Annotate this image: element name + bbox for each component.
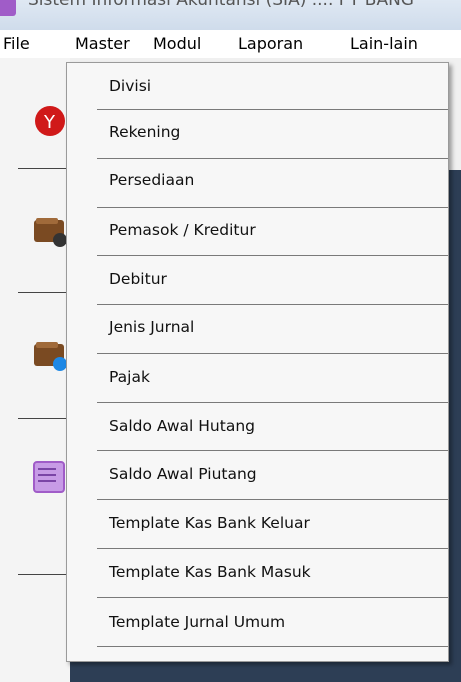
app-logo-icon[interactable]: Y bbox=[26, 102, 66, 140]
separator bbox=[18, 574, 70, 575]
menu-item-template-jurnal-umum[interactable]: Template Jurnal Umum bbox=[67, 598, 448, 646]
wallet-in-icon[interactable] bbox=[26, 336, 67, 374]
separator bbox=[18, 292, 70, 293]
menu-item-pajak[interactable]: Pajak bbox=[67, 354, 448, 402]
menu-item-jenis-jurnal[interactable]: Jenis Jurnal bbox=[67, 305, 448, 353]
separator bbox=[18, 168, 70, 169]
menu-bar: File Master Modul Laporan Lain-lain bbox=[0, 30, 461, 58]
menu-item-divisi[interactable]: Divisi bbox=[67, 63, 448, 111]
window-title: Sistem Informasi Akuntansi (SIA) .... PT… bbox=[28, 0, 414, 10]
menu-modul[interactable]: Modul bbox=[153, 34, 201, 53]
svg-text:Y: Y bbox=[43, 112, 56, 133]
menu-item-saldo-awal-hutang[interactable]: Saldo Awal Hutang bbox=[67, 403, 448, 451]
menu-item-saldo-awal-piutang[interactable]: Saldo Awal Piutang bbox=[67, 451, 448, 499]
journal-book-icon[interactable] bbox=[26, 458, 66, 496]
menu-separator bbox=[97, 109, 448, 110]
menu-item-template-kas-bank-keluar[interactable]: Template Kas Bank Keluar bbox=[67, 500, 448, 548]
window-title-bar: Sistem Informasi Akuntansi (SIA) .... PT… bbox=[0, 0, 461, 30]
wallet-out-icon[interactable] bbox=[26, 212, 67, 250]
menu-laporan[interactable]: Laporan bbox=[238, 34, 303, 53]
menu-separator bbox=[97, 646, 448, 647]
menu-item-pemasok-kreditur[interactable]: Pemasok / Kreditur bbox=[67, 208, 448, 256]
menu-master[interactable]: Master bbox=[75, 34, 130, 53]
menu-item-template-kas-bank-masuk[interactable]: Template Kas Bank Masuk bbox=[67, 549, 448, 597]
app-icon bbox=[0, 0, 16, 16]
menu-lain-lain[interactable]: Lain-lain bbox=[350, 34, 418, 53]
menu-item-debitur[interactable]: Debitur bbox=[67, 256, 448, 304]
separator bbox=[18, 418, 70, 419]
menu-file[interactable]: File bbox=[3, 34, 30, 53]
menu-item-persediaan[interactable]: Persediaan bbox=[67, 159, 448, 207]
menu-item-rekening[interactable]: Rekening bbox=[67, 111, 448, 159]
master-dropdown-menu: Divisi Rekening Persediaan Pemasok / Kre… bbox=[66, 62, 449, 662]
